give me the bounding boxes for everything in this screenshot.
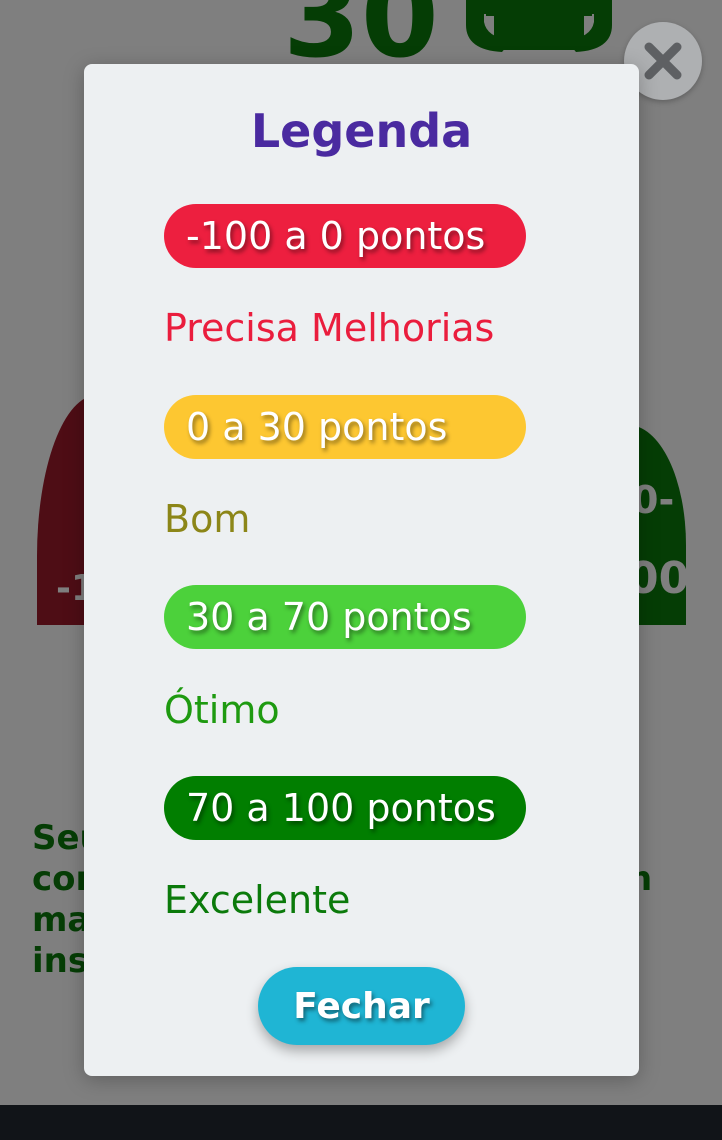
- legend-range-pill: 30 a 70 pontos: [164, 585, 526, 649]
- legend-modal: Legenda -100 a 0 pontos Precisa Melhoria…: [84, 64, 639, 1076]
- legend-category-label: Excelente: [164, 878, 351, 922]
- legend-range-pill: -100 a 0 pontos: [164, 204, 526, 268]
- legend-range-pill: 0 a 30 pontos: [164, 395, 526, 459]
- legend-range-pill: 70 a 100 pontos: [164, 776, 526, 840]
- fechar-button[interactable]: Fechar: [258, 967, 465, 1045]
- bottom-bar: [0, 1105, 722, 1140]
- legend-category-label: Bom: [164, 497, 251, 541]
- legend-category-label: Precisa Melhorias: [164, 306, 495, 350]
- modal-title: Legenda: [250, 104, 473, 158]
- close-icon: [644, 42, 682, 80]
- legend-category-label: Ótimo: [164, 688, 280, 732]
